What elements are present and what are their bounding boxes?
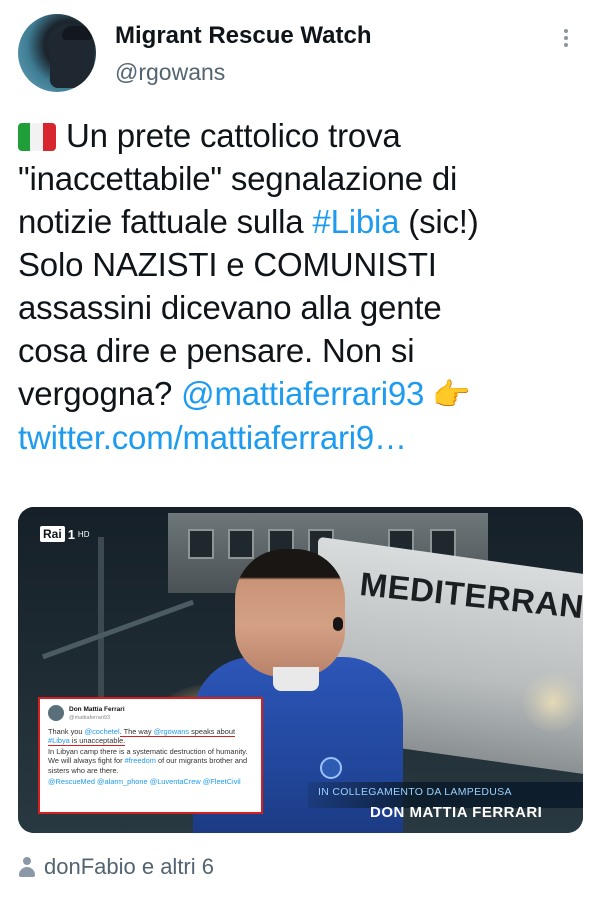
- tweet-line-4: Solo NAZISTI e COMUNISTI: [18, 246, 437, 283]
- embedded-name: Don Mattia Ferrari: [69, 706, 125, 713]
- embedded-avatar: [48, 705, 64, 721]
- tweet-line-3-post: (sic!): [399, 203, 479, 240]
- caption-location: IN COLLEGAMENTO DA LAMPEDUSA: [318, 786, 512, 798]
- italy-flag-icon: [18, 123, 56, 151]
- tweet-media-image[interactable]: MEDITERRANEA Rai 1 HD Don Mattia Ferrari…: [18, 507, 583, 833]
- tweet-line-2: "inaccettabile" segnalazione di: [18, 160, 458, 197]
- embedded-handle: @mattiaferrari93: [69, 715, 111, 722]
- tweet-line-5: assassini dicevano alla gente: [18, 289, 442, 326]
- headset-icon: [333, 617, 343, 631]
- author-handle[interactable]: @rgowans: [115, 59, 225, 86]
- tweet-line-3-pre: notizie fattuale sulla: [18, 203, 313, 240]
- lower-third-logo-icon: [320, 757, 342, 779]
- author-display-name[interactable]: Migrant Rescue Watch: [115, 22, 372, 50]
- rai1-logo: Rai 1 HD: [40, 525, 89, 543]
- quoted-url-link[interactable]: twitter.com/mattiaferrari9…: [18, 419, 407, 456]
- tweet-line-1: Un prete cattolico trova: [66, 117, 401, 154]
- tweet-line-6: cosa dire e pensare. Non si: [18, 332, 415, 369]
- author-avatar[interactable]: [18, 14, 96, 92]
- hashtag-link[interactable]: #Libia: [312, 203, 399, 240]
- social-context[interactable]: donFabio e altri 6: [18, 854, 214, 880]
- person-icon: [18, 856, 36, 878]
- caption-name: DON MATTIA FERRARI: [370, 804, 543, 821]
- tweet-line-7-pre: vergogna?: [18, 375, 182, 412]
- embedded-tweet-screenshot: Don Mattia Ferrari @mattiaferrari93 Than…: [38, 697, 263, 814]
- tweet-text: Un prete cattolico trova "inaccettabile"…: [18, 114, 578, 459]
- mention-link[interactable]: @mattiaferrari93: [181, 375, 424, 412]
- pointing-hand-emoji: 👉: [432, 377, 471, 412]
- social-context-text: donFabio e altri 6: [44, 854, 214, 879]
- embedded-mentions: @RescueMed @alarm_phone @LuventaCrew @Fl…: [48, 777, 241, 787]
- more-options-icon[interactable]: [560, 26, 572, 52]
